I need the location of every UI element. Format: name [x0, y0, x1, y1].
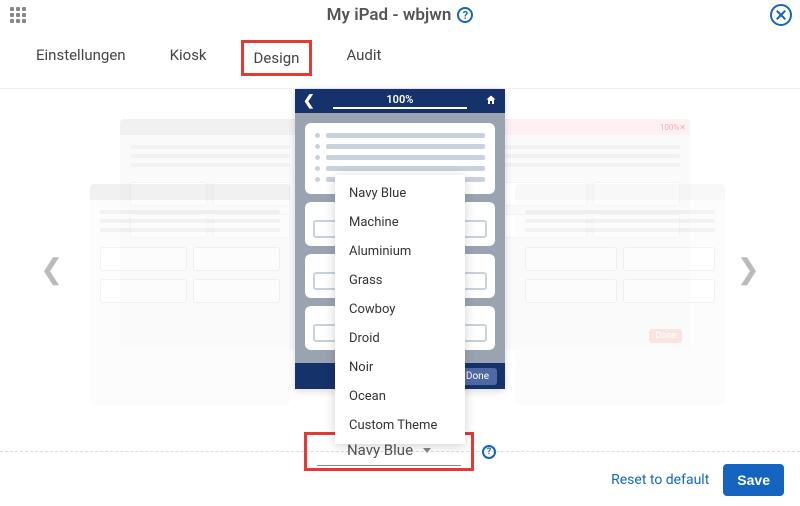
home-icon [485, 94, 497, 109]
theme-option[interactable]: Navy Blue [335, 179, 465, 208]
reset-to-default-link[interactable]: Reset to default [611, 472, 709, 488]
theme-option[interactable]: Grass [335, 266, 465, 295]
help-icon[interactable]: ? [482, 445, 496, 459]
app-drawer-icon[interactable] [10, 7, 26, 23]
theme-option[interactable]: Custom Theme [335, 411, 465, 440]
theme-option[interactable]: Ocean [335, 382, 465, 411]
theme-option[interactable]: Droid [335, 324, 465, 353]
theme-carousel: ❮ ❯ 100%✕ Done ❮ 100% [0, 89, 800, 449]
save-button[interactable]: Save [723, 464, 784, 496]
theme-option[interactable]: Cowboy [335, 295, 465, 324]
tab-design[interactable]: Design [241, 40, 313, 76]
page-title: My iPad - wbjwn ? [327, 5, 474, 25]
chevron-right-icon[interactable]: ❯ [727, 243, 770, 296]
dialog-header: My iPad - wbjwn ? [0, 0, 800, 30]
tab-kiosk[interactable]: Kiosk [160, 40, 217, 76]
theme-option[interactable]: Noir [335, 353, 465, 382]
preview-progress: 100% [333, 93, 467, 109]
tabs-bar: Einstellungen Kiosk Design Audit [0, 30, 800, 89]
theme-thumb [90, 184, 290, 404]
tab-einstellungen[interactable]: Einstellungen [26, 40, 136, 76]
close-mini-icon: ✕ [679, 123, 686, 132]
theme-option[interactable]: Aluminium [335, 237, 465, 266]
chevron-left-icon: ❮ [303, 93, 315, 109]
page-title-text: My iPad - wbjwn [327, 5, 452, 25]
theme-thumb [515, 184, 725, 404]
theme-option[interactable]: Machine [335, 208, 465, 237]
chevron-left-icon[interactable]: ❮ [30, 243, 73, 296]
tab-audit[interactable]: Audit [336, 40, 391, 76]
thumb-progress: 100% [660, 123, 679, 132]
close-icon[interactable] [770, 4, 792, 26]
theme-dropdown-panel: Navy Blue Machine Aluminium Grass Cowboy… [335, 175, 465, 444]
chevron-down-icon [423, 448, 431, 453]
help-icon[interactable]: ? [457, 7, 473, 23]
